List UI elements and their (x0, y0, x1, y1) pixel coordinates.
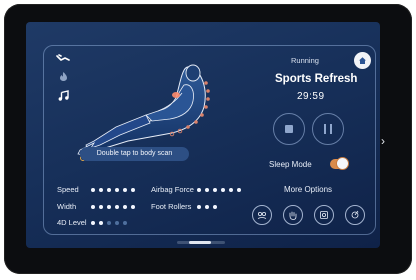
airbag-force-label: Airbag Force (151, 185, 194, 194)
airbag-dot (197, 188, 201, 192)
stop-icon (285, 125, 293, 133)
width-dot (115, 205, 119, 209)
airbag-dot (237, 188, 241, 192)
hand-massage-icon (289, 211, 297, 220)
width-dot (91, 205, 95, 209)
toggle-knob (336, 157, 349, 170)
speed-dot (107, 188, 111, 192)
foot-rollers-dots[interactable] (197, 205, 217, 209)
airbag-dot (205, 188, 209, 192)
camera-icon (320, 211, 328, 219)
4d-dot (91, 221, 95, 225)
speed-dot (99, 188, 103, 192)
heat-icon[interactable] (59, 71, 68, 81)
speed-dot (131, 188, 135, 192)
music-icon[interactable] (58, 90, 69, 101)
width-label: Width (57, 202, 77, 211)
foot-rollers-label: Foot Rollers (151, 202, 192, 211)
speed-dot (123, 188, 127, 192)
foot-roller-dot (213, 205, 217, 209)
4d-level-dots[interactable] (91, 221, 127, 225)
speed-label: Speed (57, 185, 79, 194)
pause-button[interactable] (312, 113, 344, 145)
foot-roller-dot (205, 205, 209, 209)
width-dot (99, 205, 103, 209)
airbag-dot (221, 188, 225, 192)
width-dot (123, 205, 127, 209)
body-scan-icon (257, 212, 267, 219)
sleep-mode-label: Sleep Mode (269, 160, 312, 169)
recline-icon[interactable] (56, 54, 70, 64)
width-level-dots[interactable] (91, 205, 135, 209)
4d-dot (99, 221, 103, 225)
page-indicator-track (177, 241, 225, 244)
4d-dot (107, 221, 111, 225)
foot-roller-dot (197, 205, 201, 209)
airbag-force-dots[interactable] (197, 188, 241, 192)
width-dot (131, 205, 135, 209)
status-label: Running (291, 56, 319, 65)
4d-dot (123, 221, 127, 225)
pause-icon (324, 124, 332, 134)
width-dot (107, 205, 111, 209)
stop-button[interactable] (273, 113, 305, 145)
body-scan-button[interactable]: Double tap to body scan (80, 147, 189, 161)
program-name: Sports Refresh (275, 73, 358, 85)
airbag-dot (229, 188, 233, 192)
airbag-dot (213, 188, 217, 192)
settings-option-button[interactable] (345, 205, 365, 225)
remaining-time: 29:59 (297, 91, 325, 102)
hand-massage-option-button[interactable] (283, 205, 303, 225)
body-scan-option-button[interactable] (252, 205, 272, 225)
speed-level-dots[interactable] (91, 188, 135, 192)
sleep-mode-toggle[interactable] (330, 157, 349, 170)
speed-dot (115, 188, 119, 192)
speed-dot (91, 188, 95, 192)
home-button[interactable] (354, 52, 371, 69)
4d-level-label: 4D Level (57, 218, 87, 227)
4d-dot (115, 221, 119, 225)
home-icon (359, 57, 366, 64)
more-options-label: More Options (284, 185, 333, 194)
chevron-right-icon[interactable]: › (381, 135, 385, 147)
camera-option-button[interactable] (314, 205, 334, 225)
settings-icon (351, 210, 359, 219)
